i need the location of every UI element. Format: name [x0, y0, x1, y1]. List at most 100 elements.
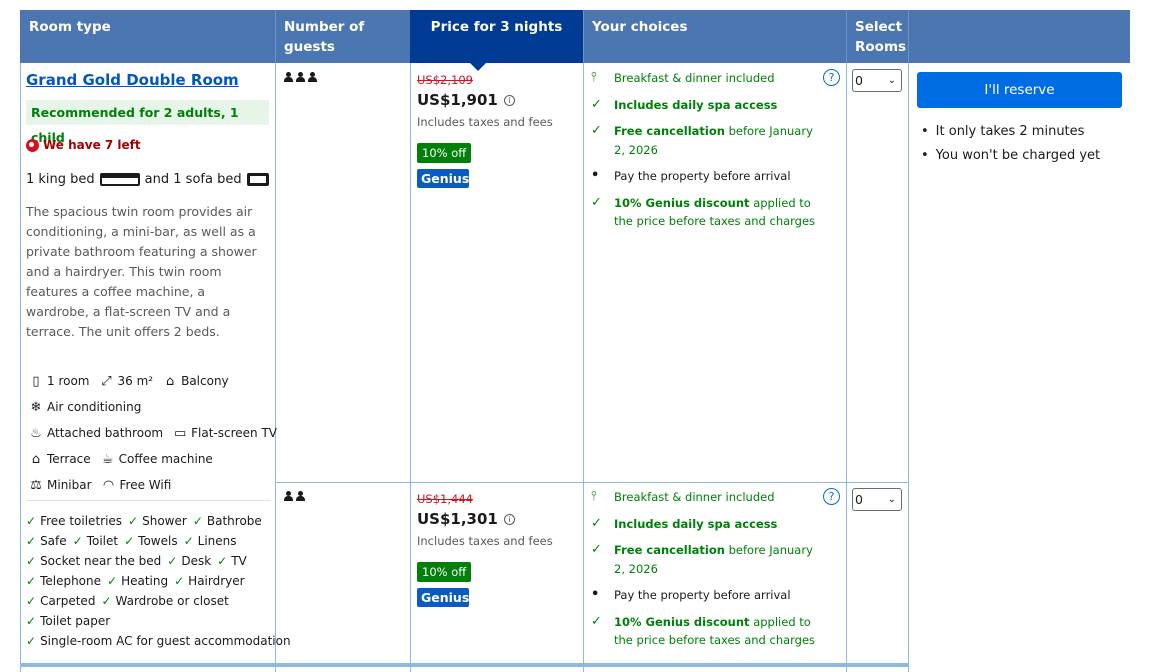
- table-bottom-border: [20, 663, 908, 667]
- amenity-label: Socket near the bed: [40, 554, 162, 568]
- amenity-label: Wardrobe or closet: [115, 594, 229, 608]
- help-icon[interactable]: ?: [823, 69, 840, 86]
- info-icon[interactable]: i: [503, 513, 515, 525]
- amenity-label: TV: [231, 554, 247, 568]
- header-price[interactable]: Price for 3 nights: [410, 10, 583, 63]
- discount-badge: 10% off: [417, 562, 472, 582]
- check-icon: ✓: [26, 634, 37, 648]
- amenity-label: Toilet: [86, 534, 119, 548]
- meal-text: Breakfast & dinner included: [614, 71, 775, 85]
- choices-list: ⫯ Breakfast & dinner included ✓ Includes da…: [591, 488, 821, 658]
- facilities-divider: [26, 500, 271, 501]
- check-icon: ✓: [26, 594, 37, 608]
- choice-meal: ⫯ Breakfast & dinner included: [591, 488, 821, 507]
- bed-info: 1 king bed and 1 sofa bed: [26, 172, 269, 187]
- facility-label: 1 room: [47, 374, 90, 388]
- original-price: US$1,444: [417, 492, 473, 506]
- grid-line: [583, 63, 584, 672]
- amenity-row: ✓ Telephone ✓ Heating ✓ Hairdryer: [26, 571, 276, 591]
- bed-info-part2: and 1 sofa bed: [144, 172, 242, 187]
- payment-text: Pay the property before arrival: [614, 169, 791, 183]
- amenity-item: ✓ Hairdryer: [174, 571, 244, 591]
- facility-row: ▯ 1 room ⤢ 36 m² ⌂ Balcony: [29, 368, 274, 394]
- header-select-line1: Select: [855, 19, 903, 35]
- amenity-row: ✓ Socket near the bed ✓ Desk ✓ TV: [26, 551, 276, 571]
- facility-label: 36 m²: [117, 374, 154, 388]
- check-icon: ✓: [72, 534, 83, 548]
- reserve-note: • You won't be charged yet: [921, 144, 1100, 168]
- tax-note: Includes taxes and fees: [417, 115, 553, 129]
- king-bed-icon: [99, 173, 140, 186]
- check-icon: ✓: [591, 123, 602, 138]
- choice-payment: • Pay the property before arrival: [591, 167, 821, 186]
- header-empty: [908, 10, 1130, 63]
- facility-row: ♨ Attached bathroom ▭ Flat-screen TV: [29, 420, 277, 446]
- amenity-label: Desk: [181, 554, 212, 568]
- discount-badge: 10% off: [417, 143, 472, 163]
- grid-line: [20, 63, 21, 672]
- sort-indicator-arrow: [469, 62, 487, 71]
- facility-item: ◠ Free Wifi: [102, 477, 171, 493]
- amenity-item: ✓ Toilet: [73, 531, 118, 551]
- check-icon: ✓: [192, 514, 203, 528]
- genius-badge: Genius: [417, 588, 469, 607]
- fork-knife-icon: ⫯: [591, 489, 597, 504]
- bed-info-part1: 1 king bed: [26, 172, 95, 187]
- amenity-row: ✓ Single-room AC for guest accommodation: [26, 631, 291, 651]
- coffee-machine-icon: ☕: [101, 451, 114, 467]
- facility-row: ⚖ Minibar ◠ Free Wifi: [29, 472, 274, 498]
- amenity-label: Hairdryer: [188, 574, 245, 588]
- facility-label: Attached bathroom: [47, 426, 164, 440]
- price-value: US$1,301: [417, 510, 498, 528]
- header-number-of-guests: Number of guests: [275, 10, 410, 63]
- facility-item: ☕ Coffee machine: [101, 452, 213, 467]
- header-room-type: Room type: [29, 19, 111, 35]
- tv-icon: ▭: [173, 425, 187, 441]
- grid-line: [908, 63, 909, 672]
- balcony-icon: ⌂: [165, 373, 175, 389]
- genius-bold: 10% Genius discount: [614, 614, 750, 629]
- info-icon[interactable]: i: [503, 94, 515, 106]
- wifi-icon: ◠: [102, 477, 115, 493]
- facility-label: Flat-screen TV: [191, 426, 277, 440]
- person-icon: [295, 491, 306, 502]
- genius-bold: 10% Genius discount: [614, 195, 750, 210]
- help-icon[interactable]: ?: [823, 488, 840, 505]
- room-facilities: ▯ 1 room ⤢ 36 m² ⌂ Balcony ❄ Air conditioning ♨ A…: [29, 368, 277, 498]
- header-select-line2: Rooms: [855, 39, 907, 55]
- recommendation-badge: Recommended for 2 adults, 1 child: [26, 100, 269, 145]
- scarcity-icon: [26, 138, 39, 152]
- facility-item: ⤢ 36 m²: [100, 374, 154, 389]
- reserve-note-text: You won't be charged yet: [935, 148, 1101, 163]
- price-block: US$2,109 US$1,901 i Includes taxes and fees…: [417, 73, 577, 188]
- amenity-item: ✓ Carpeted: [26, 591, 95, 611]
- facility-item: ⌂ Balcony: [163, 374, 229, 389]
- facility-label: Minibar: [47, 478, 92, 492]
- discounted-price: US$1,301 i: [417, 510, 577, 528]
- check-icon: ✓: [591, 515, 602, 531]
- room-title-link[interactable]: Grand Gold Double Room: [26, 71, 239, 89]
- amenity-item: ✓ Free toiletries: [26, 511, 122, 531]
- room-quantity-select[interactable]: 0 ⌄: [852, 488, 902, 511]
- discounted-price: US$1,901 i: [417, 91, 577, 109]
- meal-text: Breakfast & dinner included: [614, 490, 775, 504]
- amenity-item: ✓ Shower: [128, 511, 187, 531]
- amenity-label: Safe: [40, 534, 67, 548]
- select-value: 0: [855, 73, 863, 88]
- amenity-label: Towels: [138, 534, 178, 548]
- reserve-button[interactable]: I'll reserve: [917, 72, 1122, 108]
- payment-text: Pay the property before arrival: [614, 588, 791, 602]
- genius-text: 10% Genius discount applied to the price…: [614, 194, 821, 231]
- spa-text: Includes daily spa access: [614, 97, 778, 112]
- choice-payment: • Pay the property before arrival: [591, 586, 821, 605]
- amenity-item: ✓ Socket near the bed: [26, 551, 161, 571]
- amenity-label: Telephone: [40, 574, 102, 588]
- bullet-icon: •: [591, 168, 600, 183]
- room-quantity-select[interactable]: 0 ⌄: [852, 69, 902, 92]
- check-icon: ✓: [26, 554, 37, 568]
- chevron-down-icon: ⌄: [887, 75, 896, 86]
- facility-item: ⚖ Minibar: [29, 478, 92, 493]
- facility-label: Air conditioning: [47, 400, 142, 414]
- facility-row: ❄ Air conditioning: [29, 394, 274, 420]
- amenity-item: ✓ Desk: [167, 551, 211, 571]
